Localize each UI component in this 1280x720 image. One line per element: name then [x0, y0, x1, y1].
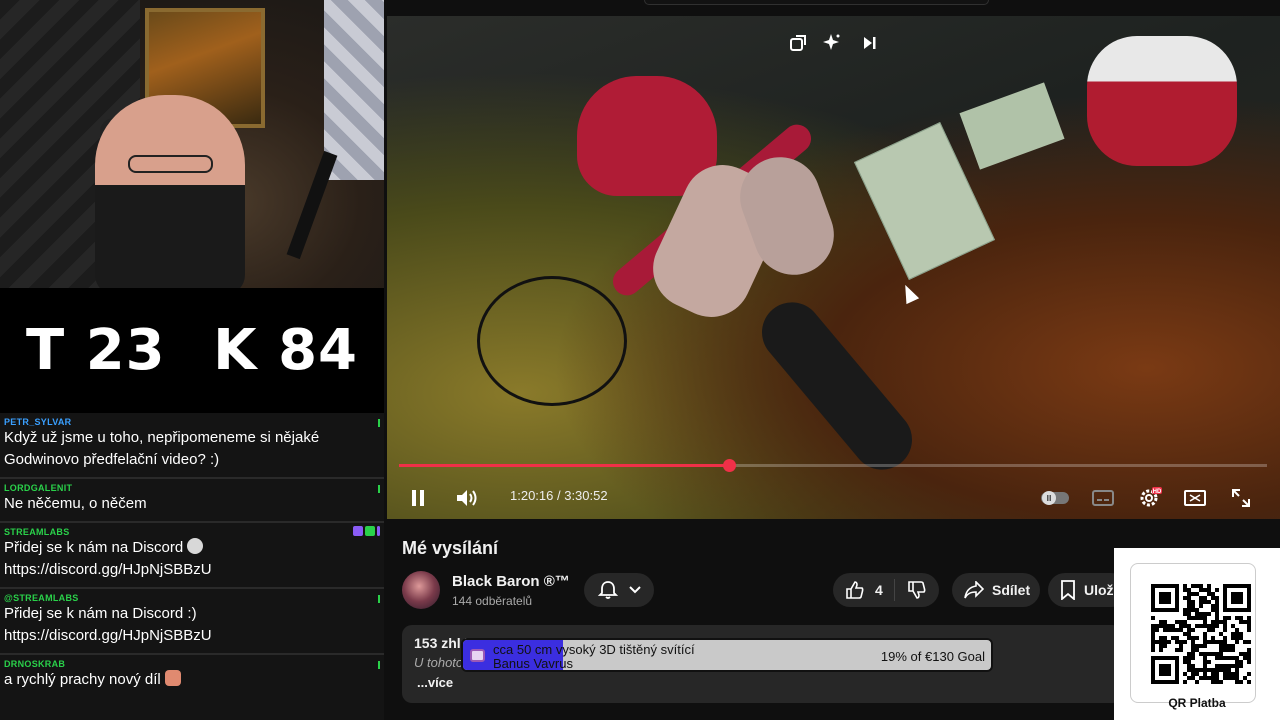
- discord-link[interactable]: https://discord.gg/HJpNjSBBzU: [4, 625, 380, 647]
- elf-doll: [1087, 36, 1237, 166]
- goal-progress-text: 19% of €130 Goal: [880, 649, 985, 664]
- top-bar: [387, 0, 1280, 16]
- microphone: [749, 290, 925, 482]
- settings-icon[interactable]: HD: [1135, 484, 1165, 512]
- subtitles-icon[interactable]: [1089, 484, 1117, 512]
- chat-message: LORDGALENIT Ne něčemu, o něčem: [0, 479, 384, 523]
- subscriber-count: 144 odběratelů: [452, 594, 533, 608]
- acoustic-panel-right: [324, 0, 384, 180]
- chat-username: STREAMLABS: [4, 527, 70, 537]
- chat-message: PETR_SYLVAR Když už jsme u toho, nepřipo…: [0, 413, 384, 479]
- autoplay-toggle-icon[interactable]: [1039, 484, 1071, 512]
- chat-panel: PETR_SYLVAR Když už jsme u toho, nepřipo…: [0, 413, 384, 720]
- player-controls: 1:20:16 / 3:30:52 HD: [387, 480, 1280, 516]
- moderator-badge-icon: [353, 526, 363, 536]
- channel-name[interactable]: Black Baron ®™: [452, 573, 570, 590]
- chat-username: @STREAMLABS: [4, 593, 79, 603]
- chat-indicator: [378, 595, 380, 603]
- dislike-button[interactable]: [895, 580, 939, 600]
- qr-code-image[interactable]: [1151, 584, 1251, 684]
- like-button[interactable]: 4: [833, 579, 895, 601]
- face-emote-icon: [164, 670, 181, 686]
- score-t: T 23: [26, 318, 166, 383]
- chevron-down-icon: [629, 586, 641, 594]
- video-player[interactable]: 1:20:16 / 3:30:52 HD: [387, 16, 1280, 519]
- bot-badge-icon: [377, 526, 380, 536]
- goal-name: Banus Vavrus: [493, 656, 573, 671]
- time-display: 1:20:16 / 3:30:52: [510, 488, 608, 503]
- video-title: Mé vysílání: [402, 538, 499, 558]
- thumbs-up-icon: [846, 581, 864, 599]
- notification-bell-button[interactable]: [584, 573, 654, 607]
- skip-next-icon[interactable]: [857, 30, 883, 56]
- like-count: 4: [875, 582, 883, 598]
- description-text: U tohoto: [414, 655, 464, 670]
- miniplayer-icon[interactable]: [785, 30, 811, 56]
- chat-text: Přidej se k nám na Discord: [4, 539, 184, 556]
- show-more-link[interactable]: ...více: [417, 675, 453, 690]
- chat-text: Ne něčemu, o něčem: [4, 495, 147, 512]
- like-dislike-group: 4: [833, 573, 939, 607]
- chat-indicator: [378, 419, 380, 427]
- webcam-feed: [0, 0, 384, 288]
- score-overlay: T 23 K 84: [0, 288, 384, 413]
- chat-indicator: [378, 485, 380, 493]
- streamer: [95, 95, 245, 288]
- cable: [477, 276, 627, 406]
- score-k: K 84: [213, 318, 358, 383]
- progress-scrubber[interactable]: [722, 459, 736, 472]
- fullscreen-icon[interactable]: [1227, 484, 1255, 512]
- chat-username: PETR_SYLVAR: [4, 417, 72, 427]
- pause-icon[interactable]: [405, 484, 431, 512]
- chat-text: a rychlý prachy nový díl: [4, 671, 161, 688]
- chat-username: LORDGALENIT: [4, 483, 73, 493]
- share-label: Sdílet: [992, 582, 1031, 598]
- sparkle-icon[interactable]: [819, 30, 845, 56]
- goal-title: cca 50 cm vysoký 3D tištěný svítící: [493, 642, 695, 657]
- hd-badge: HD: [1153, 489, 1162, 495]
- chat-message: STREAMLABS Přidej se k nám na Discord ht…: [0, 523, 384, 589]
- discord-link[interactable]: https://discord.gg/HJpNjSBBzU: [4, 559, 380, 581]
- volume-icon[interactable]: [453, 484, 481, 512]
- progress-fill: [399, 464, 729, 467]
- verified-badge-icon: [365, 526, 375, 536]
- theater-mode-icon[interactable]: [1181, 484, 1209, 512]
- search-bar-edge[interactable]: [644, 0, 989, 5]
- microphone-arm: [286, 150, 338, 260]
- chat-text: Když už jsme u toho, nepřipomeneme si ně…: [4, 429, 320, 468]
- progress-bar[interactable]: [399, 459, 1267, 472]
- chat-message: DRNOSKRAB a rychlý prachy nový díl: [0, 655, 384, 697]
- skull-emote-icon: [187, 538, 204, 554]
- streamlabs-icon: [470, 649, 485, 662]
- mouse-cursor-icon: [898, 281, 920, 305]
- chat-message: @STREAMLABS Přidej se k nám na Discord :…: [0, 589, 384, 655]
- bookmark-icon: [1061, 580, 1075, 600]
- thumbs-down-icon: [908, 581, 926, 599]
- bell-icon: [597, 581, 619, 599]
- channel-avatar[interactable]: [402, 571, 440, 609]
- qr-payment-panel: QR Platba: [1114, 548, 1280, 720]
- share-icon: [964, 581, 984, 599]
- chat-text: Přidej se k nám na Discord :): [4, 605, 197, 622]
- donation-goal-bar: cca 50 cm vysoký 3D tištěný svítící Banu…: [461, 638, 993, 672]
- qr-frame: [1130, 563, 1256, 703]
- chat-badges: [353, 526, 380, 536]
- chat-username: DRNOSKRAB: [4, 659, 66, 669]
- chat-indicator: [378, 661, 380, 669]
- share-button[interactable]: Sdílet: [952, 573, 1040, 607]
- banknote: [959, 82, 1065, 170]
- save-label: Ulož: [1084, 582, 1114, 598]
- glasses: [128, 155, 213, 173]
- qr-label: QR Platba: [1168, 696, 1226, 710]
